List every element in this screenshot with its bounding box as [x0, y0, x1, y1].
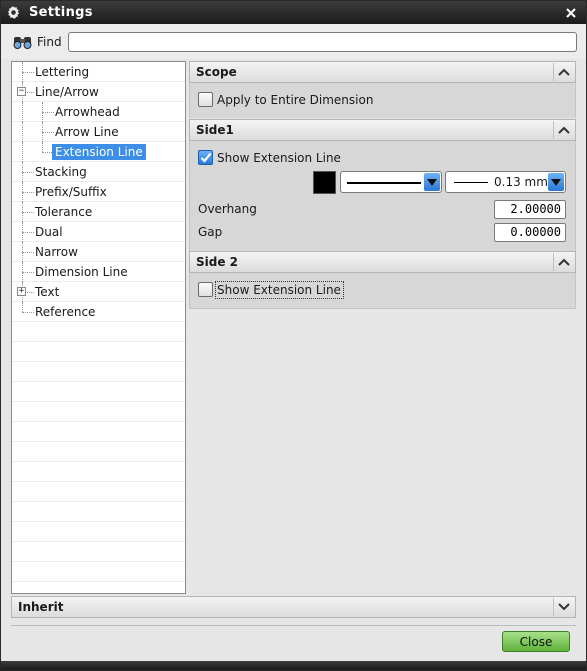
tree-empty-row	[12, 322, 185, 342]
scope-section-header[interactable]: Scope	[189, 61, 576, 83]
tree-empty-row	[12, 522, 185, 542]
tree-item-tolerance[interactable]: Tolerance	[12, 202, 185, 222]
tree-empty-row	[12, 542, 185, 562]
tree-item-label: Prefix/Suffix	[35, 184, 107, 199]
line-style-dropdown[interactable]	[340, 171, 442, 193]
expand-icon[interactable]: +	[17, 287, 26, 296]
solid-line-preview	[347, 182, 421, 184]
tree-item-dual[interactable]: Dual	[12, 222, 185, 242]
tree-item-dimension-line[interactable]: Dimension Line	[12, 262, 185, 282]
tree-item-label: Dual	[35, 224, 63, 239]
find-label: Find	[37, 34, 62, 49]
tree-empty-row	[12, 462, 185, 482]
tree-empty-row	[12, 342, 185, 362]
tree-item-label: Arrowhead	[55, 104, 120, 119]
tree-empty-row	[12, 422, 185, 442]
overhang-label: Overhang	[198, 202, 257, 216]
tree-item-label: Line/Arrow	[35, 84, 99, 99]
tree-item-label: Tolerance	[35, 204, 93, 219]
tree-item-label: Reference	[35, 304, 96, 319]
gear-icon	[3, 3, 23, 23]
window-title: Settings	[29, 5, 93, 20]
apply-entire-dimension-row[interactable]: Apply to Entire Dimension	[198, 92, 373, 107]
tree-item-prefix-suffix[interactable]: Prefix/Suffix	[12, 182, 185, 202]
gap-label: Gap	[198, 225, 223, 239]
tree-item-narrow[interactable]: Narrow	[12, 242, 185, 262]
scope-title: Scope	[196, 65, 237, 79]
tree-item-label: Dimension Line	[35, 264, 128, 279]
side2-section-header[interactable]: Side 2	[189, 251, 576, 273]
chevron-up-icon[interactable]	[553, 253, 573, 271]
binoculars-icon	[12, 34, 34, 50]
tree-empty-row	[12, 362, 185, 382]
side1-show-extension-row[interactable]: Show Extension Line	[198, 150, 341, 165]
settings-panel: Scope Apply to Entire Dimension Side1 Sh…	[189, 61, 576, 594]
collapse-icon[interactable]: −	[17, 87, 26, 96]
chevron-down-icon[interactable]	[553, 598, 573, 616]
tree-empty-row	[12, 562, 185, 582]
chevron-down-icon[interactable]	[424, 173, 440, 191]
close-window-icon[interactable]	[562, 4, 580, 22]
side2-section-body: Show Extension Line	[189, 273, 576, 309]
tree-item-label: Text	[35, 284, 60, 299]
tree-item-label: Narrow	[35, 244, 78, 259]
line-width-value: 0.13 mm	[494, 175, 548, 189]
side2-show-extension-checkbox[interactable]	[198, 282, 213, 297]
tree-empty-row	[12, 502, 185, 522]
apply-entire-dimension-checkbox[interactable]	[198, 92, 213, 107]
overhang-row: Overhang	[198, 199, 566, 219]
gap-row: Gap	[198, 222, 566, 242]
tree-item-lettering[interactable]: Lettering	[12, 62, 185, 82]
tree-item-text[interactable]: + Text	[12, 282, 185, 302]
side2-show-extension-row[interactable]: Show Extension Line	[198, 280, 344, 299]
line-width-dropdown[interactable]: 0.13 mm	[445, 171, 566, 193]
tree-empty-row	[12, 442, 185, 462]
chevron-down-icon[interactable]	[548, 173, 564, 191]
tree-item-arrow-line[interactable]: Arrow Line	[12, 122, 185, 142]
inherit-title: Inherit	[18, 600, 64, 614]
tree-item-label: Lettering	[35, 64, 90, 79]
tree-item-line-arrow[interactable]: − Line/Arrow	[12, 82, 185, 102]
tree-item-reference[interactable]: Reference	[12, 302, 185, 322]
inherit-section-header[interactable]: Inherit	[11, 596, 576, 618]
footer-divider	[11, 625, 576, 626]
chevron-up-icon[interactable]	[553, 121, 573, 139]
side1-title: Side1	[196, 123, 234, 137]
side1-section-header[interactable]: Side1	[189, 119, 576, 141]
tree-item-label: Extension Line	[52, 143, 146, 160]
side1-show-extension-checkbox[interactable]	[198, 150, 213, 165]
overhang-input[interactable]	[494, 199, 566, 219]
tree-item-stacking[interactable]: Stacking	[12, 162, 185, 182]
title-bar[interactable]: Settings	[1, 1, 586, 24]
gap-input[interactable]	[494, 222, 566, 242]
close-button[interactable]: Close	[502, 631, 570, 652]
tree-item-extension-line[interactable]: Extension Line	[12, 142, 185, 162]
color-swatch[interactable]	[313, 171, 336, 194]
scope-section-body: Apply to Entire Dimension	[189, 83, 576, 118]
find-input[interactable]	[68, 32, 577, 52]
side2-show-extension-label: Show Extension Line	[215, 280, 344, 299]
tree-item-label: Arrow Line	[55, 124, 119, 139]
tree-empty-row	[12, 402, 185, 422]
checkmark-icon	[200, 152, 211, 163]
settings-dialog: Settings Find Lettering − Line/Arrow Arr…	[0, 0, 587, 671]
side1-show-extension-label: Show Extension Line	[217, 150, 341, 165]
tree-item-label: Stacking	[35, 164, 87, 179]
tree-empty-row	[12, 482, 185, 502]
tree-empty-row	[12, 382, 185, 402]
tree-item-arrowhead[interactable]: Arrowhead	[12, 102, 185, 122]
settings-tree: Lettering − Line/Arrow Arrowhead Arrow L…	[11, 61, 186, 594]
side1-section-body: Show Extension Line 0.13 mm Overhang 2.0…	[189, 141, 576, 251]
chevron-up-icon[interactable]	[553, 63, 573, 81]
side2-title: Side 2	[196, 255, 239, 269]
apply-entire-dimension-label: Apply to Entire Dimension	[217, 92, 374, 107]
find-bar: Find	[1, 24, 586, 59]
window-bottom-border	[1, 661, 586, 670]
thin-line-preview	[454, 182, 488, 183]
